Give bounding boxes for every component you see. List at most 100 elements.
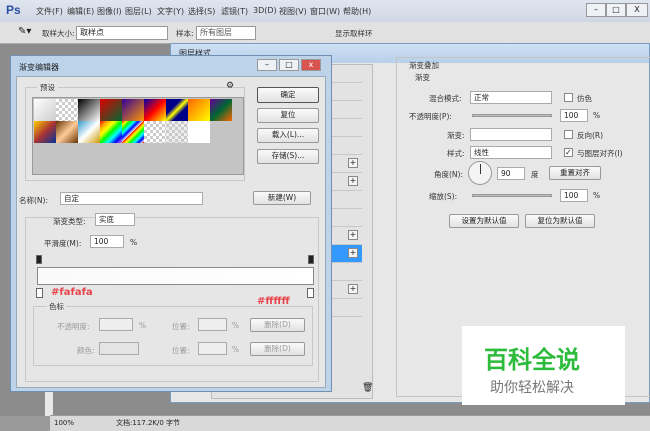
menu-item[interactable]: 文件(F)	[36, 6, 63, 17]
presets-label: 预设	[37, 82, 58, 93]
stop-color-swatch[interactable]	[99, 342, 139, 355]
delete-opacity-stop-button[interactable]: 删除(D)	[250, 318, 305, 332]
menu-item[interactable]: 视图(V)	[279, 6, 307, 17]
opacity-label: 不透明度(P):	[409, 112, 452, 121]
opacity-location-input[interactable]	[198, 318, 227, 331]
gradient-swatch[interactable]	[470, 128, 552, 141]
opacity-stop-left[interactable]	[36, 255, 42, 264]
doc-size: 文档:117.2K/0 字节	[116, 419, 181, 427]
stop-opacity-label: 不透明度:	[57, 322, 90, 331]
preset-swatch[interactable]	[34, 99, 56, 121]
menu-item[interactable]: 3D(D)	[253, 6, 277, 15]
preset-swatch[interactable]	[188, 99, 210, 121]
preset-swatch[interactable]	[34, 121, 56, 143]
stop-opacity-input[interactable]	[99, 318, 133, 331]
type-select[interactable]: 实底	[95, 213, 135, 226]
opacity-input[interactable]: 100	[560, 109, 588, 122]
dither-checkbox[interactable]	[564, 93, 573, 102]
menu-item[interactable]: 滤镜(T)	[221, 6, 248, 17]
preset-swatch[interactable]	[100, 121, 122, 143]
options-bar: ✎▾ 取样大小: 取样点 样本: 所有图层 显示取样环	[0, 22, 650, 44]
add-icon[interactable]: +	[348, 158, 358, 168]
align-checkbox[interactable]: ✓	[564, 148, 573, 157]
scale-input[interactable]: 100	[560, 189, 588, 202]
style-label: 样式:	[447, 149, 465, 158]
zoom-level[interactable]: 100%	[54, 416, 74, 430]
location-label: 位置:	[172, 346, 190, 355]
ok-button[interactable]: 确定	[257, 87, 319, 103]
preset-swatch[interactable]	[122, 121, 144, 143]
close-button[interactable]: x	[301, 59, 321, 71]
menu-item[interactable]: 选择(S)	[188, 6, 215, 17]
align-label: 与图层对齐(I)	[577, 149, 623, 158]
delete-color-stop-button[interactable]: 删除(D)	[250, 342, 305, 356]
opacity-stop-right[interactable]	[308, 255, 314, 264]
preset-swatch[interactable]	[188, 121, 210, 143]
pct: %	[593, 111, 601, 120]
sample-select[interactable]: 所有图层	[196, 26, 256, 40]
trash-icon[interactable]: 🗑	[362, 383, 373, 393]
annotation-left: #fafafa	[51, 287, 93, 298]
preset-swatch[interactable]	[144, 121, 166, 143]
sample-size-select[interactable]: 取样点	[76, 26, 168, 40]
preset-swatch[interactable]	[100, 99, 122, 121]
preset-swatch[interactable]	[144, 99, 166, 121]
reset-default-button[interactable]: 复位为默认值	[525, 214, 595, 228]
reverse-checkbox[interactable]	[564, 130, 573, 139]
load-button[interactable]: 载入(L)...	[257, 128, 319, 143]
reset-align-button[interactable]: 重置对齐	[549, 166, 601, 180]
smoothness-input[interactable]: 100	[90, 235, 124, 248]
degree-label: 度	[531, 170, 539, 179]
watermark-title: 百科全说	[484, 346, 580, 374]
style-select[interactable]: 线性	[470, 146, 552, 159]
pct: %	[232, 321, 240, 330]
add-icon[interactable]: +	[348, 176, 358, 186]
pct: %	[130, 238, 138, 247]
maximize-button[interactable]: □	[606, 3, 626, 17]
preset-swatch[interactable]	[56, 121, 78, 143]
menu-item[interactable]: 文字(Y)	[157, 6, 184, 17]
gear-icon[interactable]: ⚙	[226, 81, 234, 91]
menu-item[interactable]: 帮助(H)	[343, 6, 371, 17]
add-icon[interactable]: +	[348, 230, 358, 240]
set-default-button[interactable]: 设置为默认值	[449, 214, 519, 228]
menu-item[interactable]: 编辑(E)	[67, 6, 94, 17]
add-icon[interactable]: +	[348, 248, 358, 258]
maximize-button[interactable]: □	[279, 59, 299, 71]
blend-mode-select[interactable]: 正常	[470, 91, 552, 104]
gradient-bar[interactable]	[37, 267, 314, 285]
reset-button[interactable]: 复位	[257, 108, 319, 123]
add-icon[interactable]: +	[348, 284, 358, 294]
preset-swatch[interactable]	[56, 99, 78, 121]
save-button[interactable]: 存储(S)...	[257, 149, 319, 164]
color-location-input[interactable]	[198, 342, 227, 355]
pct: %	[232, 345, 240, 354]
preset-swatch[interactable]	[78, 99, 100, 121]
new-button[interactable]: 新建(W)	[253, 191, 311, 205]
preset-swatch[interactable]	[166, 99, 188, 121]
preset-swatch[interactable]	[78, 121, 100, 143]
close-button[interactable]: X	[626, 3, 648, 17]
eyedropper-icon[interactable]: ✎▾	[18, 26, 31, 37]
preset-swatch[interactable]	[166, 121, 188, 143]
preset-swatch[interactable]	[122, 99, 144, 121]
menu-item[interactable]: 窗口(W)	[310, 6, 340, 17]
angle-dial[interactable]	[468, 161, 492, 185]
preset-swatch[interactable]	[210, 99, 232, 121]
color-stop-left[interactable]	[36, 288, 43, 298]
photoshop-logo: Ps	[6, 3, 21, 17]
gradient-editor-body: 预设 ⚙ 确定 复位 载入(L)... 存储(S)... 名称(N): 自定 新…	[16, 76, 326, 388]
color-stop-right[interactable]	[307, 288, 314, 298]
sample-size-label: 取样大小:	[42, 29, 75, 38]
menu-item[interactable]: 图像(I)	[97, 6, 122, 17]
show-ring-checkbox[interactable]: 显示取样环	[335, 28, 373, 39]
name-input[interactable]: 自定	[60, 192, 203, 205]
status-bar: 100% 文档:117.2K/0 字节	[50, 415, 650, 431]
stop-color-label: 颜色:	[77, 346, 95, 355]
minimize-button[interactable]: –	[586, 3, 606, 17]
scale-slider[interactable]	[472, 194, 552, 197]
opacity-slider[interactable]	[472, 114, 552, 117]
menu-item[interactable]: 图层(L)	[125, 6, 152, 17]
angle-input[interactable]: 90	[497, 167, 525, 180]
minimize-button[interactable]: –	[257, 59, 277, 71]
